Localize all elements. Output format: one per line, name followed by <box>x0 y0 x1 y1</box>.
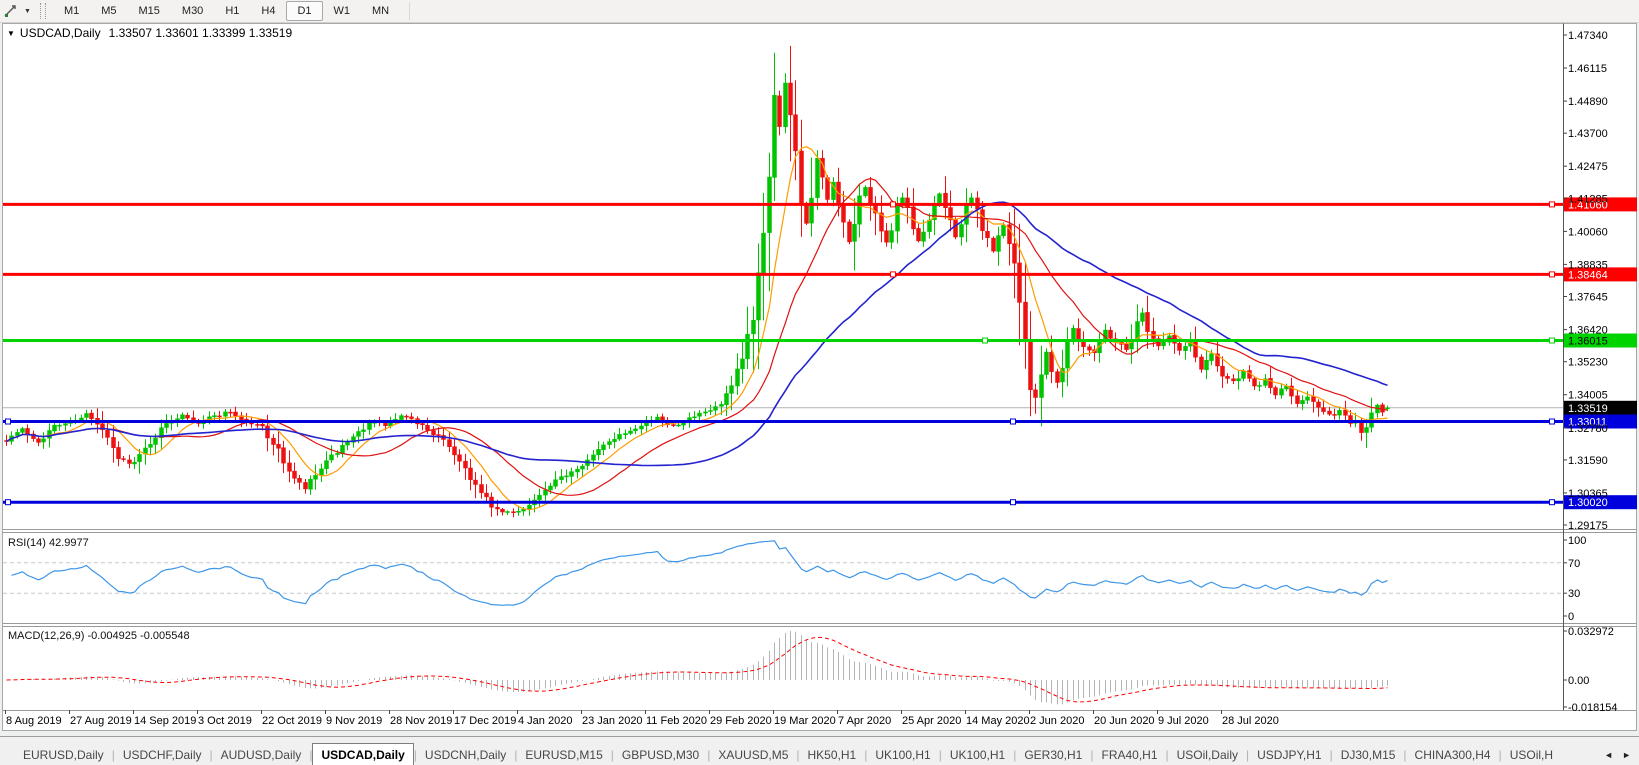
svg-text:1.36015: 1.36015 <box>1568 336 1608 348</box>
svg-text:17 Dec 2019: 17 Dec 2019 <box>454 715 516 727</box>
chart-ohlc-values: 1.33507 1.33601 1.33399 1.33519 <box>109 26 293 40</box>
timeframe-button-h1[interactable]: H1 <box>214 1 250 21</box>
svg-text:19 Mar 2020: 19 Mar 2020 <box>774 715 836 727</box>
timeframe-button-m1[interactable]: M1 <box>53 1 90 21</box>
chart-tab-usdcad-daily[interactable]: USDCAD,Daily <box>312 743 413 765</box>
svg-text:29 Feb 2020: 29 Feb 2020 <box>710 715 772 727</box>
svg-text:22 Oct 2019: 22 Oct 2019 <box>262 715 322 727</box>
chart-tab-usoil-h[interactable]: USOil,H <box>1502 745 1561 765</box>
chart-tab-usdjpy-h1[interactable]: USDJPY,H1 <box>1249 745 1329 765</box>
tabs-scroll-right-icon[interactable]: ► <box>1622 750 1631 760</box>
toolbar-separator <box>409 2 410 20</box>
chart-tab-usdchf-daily[interactable]: USDCHF,Daily <box>115 745 210 765</box>
svg-text:7 Apr 2020: 7 Apr 2020 <box>838 715 891 727</box>
chart-window-frame <box>3 24 1638 731</box>
timeframe-button-w1[interactable]: W1 <box>323 1 362 21</box>
svg-text:1.42475: 1.42475 <box>1568 161 1608 173</box>
chart-tab-fra40-h1[interactable]: FRA40,H1 <box>1093 745 1165 765</box>
chart-tab-uk100-h1[interactable]: UK100,H1 <box>867 745 938 765</box>
svg-text:0: 0 <box>1568 611 1574 623</box>
svg-text:25 Apr 2020: 25 Apr 2020 <box>902 715 961 727</box>
svg-text:100: 100 <box>1568 535 1586 547</box>
svg-text:1.43700: 1.43700 <box>1568 128 1608 140</box>
timeframe-button-mn[interactable]: MN <box>361 1 400 21</box>
timeframe-button-m5[interactable]: M5 <box>90 1 127 21</box>
svg-text:0.00: 0.00 <box>1568 675 1589 687</box>
svg-text:27 Aug 2019: 27 Aug 2019 <box>70 715 132 727</box>
chart-tab-eurusd-m15[interactable]: EURUSD,M15 <box>517 745 610 765</box>
timeframe-buttons: M1M5M15M30H1H4D1W1MN <box>53 1 400 21</box>
chart-tab-dj30-m15[interactable]: DJ30,M15 <box>1333 745 1404 765</box>
toolbar-grip <box>40 3 46 19</box>
svg-text:9 Jul 2020: 9 Jul 2020 <box>1158 715 1209 727</box>
chart-tab-eurusd-daily[interactable]: EURUSD,Daily <box>15 745 112 765</box>
chart-tab-uk100-h1[interactable]: UK100,H1 <box>942 745 1013 765</box>
svg-text:1.44890: 1.44890 <box>1568 96 1608 108</box>
pen-cursor-icon <box>4 4 20 18</box>
mt4-terminal: 1.335191.410601.384641.360151.330111.300… <box>0 0 1639 765</box>
svg-text:1.35230: 1.35230 <box>1568 357 1608 369</box>
macd-label: MACD(12,26,9) -0.004925 -0.005548 <box>8 630 190 642</box>
svg-text:2 Jun 2020: 2 Jun 2020 <box>1030 715 1084 727</box>
chart-tab-china300-h4[interactable]: CHINA300,H4 <box>1407 745 1499 765</box>
svg-text:3 Oct 2019: 3 Oct 2019 <box>198 715 252 727</box>
chart-tab-xauusd-m5[interactable]: XAUUSD,M5 <box>710 745 796 765</box>
timeframe-button-m30[interactable]: M30 <box>171 1 214 21</box>
svg-text:14 May 2020: 14 May 2020 <box>966 715 1030 727</box>
svg-text:1.47340: 1.47340 <box>1568 30 1608 42</box>
tab-scroll-arrows: ◄ ► <box>1600 750 1639 765</box>
svg-text:1.36420: 1.36420 <box>1568 325 1608 337</box>
chart-tab-ger30-h1[interactable]: GER30,H1 <box>1016 745 1090 765</box>
chart-title: ▼ USDCAD,Daily 1.33507 1.33601 1.33399 1.3… <box>7 26 292 40</box>
tabs-scroll-left-icon[interactable]: ◄ <box>1604 750 1613 760</box>
svg-text:1.32780: 1.32780 <box>1568 423 1608 435</box>
timeframe-button-h4[interactable]: H4 <box>250 1 286 21</box>
svg-text:1.46115: 1.46115 <box>1568 63 1607 75</box>
svg-text:1.40060: 1.40060 <box>1568 226 1608 238</box>
svg-text:1.41285: 1.41285 <box>1568 193 1608 205</box>
chart-canvas[interactable]: 1.335191.410601.384641.360151.330111.300… <box>0 0 1639 765</box>
svg-text:70: 70 <box>1568 558 1580 570</box>
svg-text:9 Nov 2019: 9 Nov 2019 <box>326 715 382 727</box>
chart-symbol-label: USDCAD,Daily <box>20 26 101 40</box>
chart-tab-usdcnh-daily[interactable]: USDCNH,Daily <box>417 745 514 765</box>
chart-tab-bar: EURUSD,Daily|USDCHF,Daily|AUDUSD,Daily|U… <box>0 736 1639 765</box>
svg-text:1.37645: 1.37645 <box>1568 292 1608 304</box>
collapse-arrow-icon[interactable]: ▼ <box>7 29 15 38</box>
chart-tab-audusd-daily[interactable]: AUDUSD,Daily <box>213 745 310 765</box>
chart-tabs: EURUSD,Daily|USDCHF,Daily|AUDUSD,Daily|U… <box>0 742 1600 765</box>
chart-tab-gbpusd-m30[interactable]: GBPUSD,M30 <box>614 745 707 765</box>
svg-text:14 Sep 2019: 14 Sep 2019 <box>134 715 196 727</box>
svg-text:-0.018154: -0.018154 <box>1568 702 1618 714</box>
svg-text:4 Jan 2020: 4 Jan 2020 <box>518 715 572 727</box>
svg-text:23 Jan 2020: 23 Jan 2020 <box>582 715 643 727</box>
timeframe-button-m15[interactable]: M15 <box>128 1 171 21</box>
chart-tools-icon[interactable] <box>2 3 22 19</box>
timeframe-button-d1[interactable]: D1 <box>286 1 322 21</box>
svg-text:8 Aug 2019: 8 Aug 2019 <box>6 715 62 727</box>
svg-text:11 Feb 2020: 11 Feb 2020 <box>646 715 707 727</box>
svg-text:1.31590: 1.31590 <box>1568 455 1608 467</box>
svg-text:1.34005: 1.34005 <box>1568 390 1608 402</box>
svg-text:20 Jun 2020: 20 Jun 2020 <box>1094 715 1155 727</box>
svg-text:1.29175: 1.29175 <box>1568 520 1608 532</box>
chart-tab-usoil-daily[interactable]: USOil,Daily <box>1169 745 1246 765</box>
top-toolbar: ▼ M1M5M15M30H1H4D1W1MN <box>0 0 1639 23</box>
svg-text:28 Nov 2019: 28 Nov 2019 <box>390 715 452 727</box>
svg-text:1.30365: 1.30365 <box>1568 488 1608 500</box>
svg-text:1.33519: 1.33519 <box>1568 403 1608 415</box>
svg-text:0.032972: 0.032972 <box>1568 626 1614 638</box>
svg-text:30: 30 <box>1568 588 1580 600</box>
rsi-label: RSI(14) 42.9977 <box>8 537 89 549</box>
svg-text:1.38835: 1.38835 <box>1568 259 1608 271</box>
tools-dropdown-caret[interactable]: ▼ <box>24 8 31 15</box>
svg-text:28 Jul 2020: 28 Jul 2020 <box>1222 715 1279 727</box>
chart-tab-hk50-h1[interactable]: HK50,H1 <box>800 745 865 765</box>
